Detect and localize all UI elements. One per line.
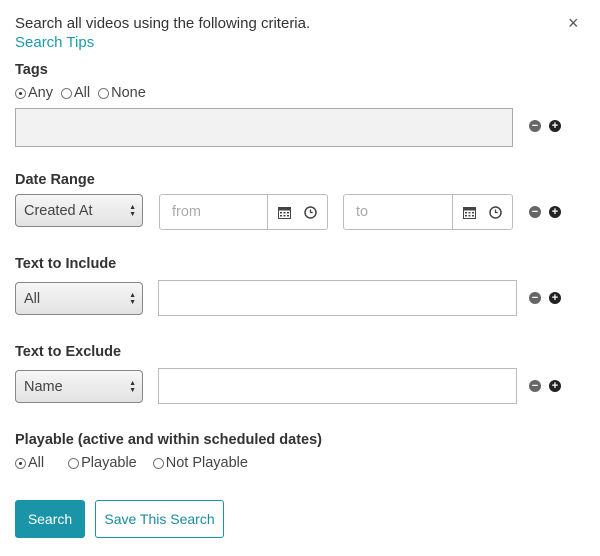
radio-unchecked-icon — [98, 87, 110, 99]
radio-unchecked-icon — [152, 457, 164, 469]
text-include-select[interactable]: All ▲ ▼ — [15, 282, 143, 315]
tags-radio-group: Any All None — [15, 85, 154, 101]
include-row-controls: − + — [529, 292, 569, 304]
clock-icon[interactable] — [304, 205, 317, 219]
date-field-select[interactable]: Created At ▲ ▼ — [15, 194, 143, 227]
text-exclude-input[interactable] — [158, 368, 517, 404]
text-exclude-select-value: Name — [24, 378, 63, 395]
select-arrows-icon: ▲ ▼ — [129, 203, 136, 218]
save-search-button[interactable]: Save This Search — [95, 500, 224, 538]
date-from-icons — [267, 195, 327, 229]
intro-text: Search all videos using the following cr… — [15, 15, 311, 32]
date-range-label: Date Range — [15, 172, 95, 188]
text-exclude-select[interactable]: Name ▲ ▼ — [15, 370, 143, 403]
exclude-row-controls: − + — [529, 380, 569, 392]
playable-radio-all-label: All — [28, 455, 45, 471]
date-from-placeholder: from — [172, 204, 201, 220]
search-button[interactable]: Search — [15, 500, 85, 538]
date-from-input[interactable]: from — [159, 194, 328, 230]
close-icon[interactable]: × — [568, 13, 579, 33]
remove-row-icon[interactable]: − — [529, 292, 541, 304]
tags-input[interactable] — [15, 108, 513, 147]
search-tips-link[interactable]: Search Tips — [15, 34, 94, 51]
text-exclude-label: Text to Exclude — [15, 344, 122, 360]
tags-radio-none[interactable]: None — [98, 85, 146, 101]
tags-radio-all[interactable]: All — [61, 85, 90, 101]
add-row-icon[interactable]: + — [549, 120, 561, 132]
playable-radio-playable[interactable]: Playable — [68, 455, 137, 471]
playable-radio-all[interactable]: All — [15, 455, 44, 471]
add-row-icon[interactable]: + — [549, 292, 561, 304]
tags-radio-all-label: All — [74, 85, 91, 101]
text-include-input[interactable] — [158, 280, 517, 316]
date-to-input[interactable]: to — [343, 194, 513, 230]
radio-checked-icon — [15, 457, 26, 469]
select-arrows-icon: ▲ ▼ — [129, 379, 136, 394]
clock-icon[interactable] — [489, 205, 502, 219]
add-row-icon[interactable]: + — [549, 380, 561, 392]
tags-radio-any-label: Any — [28, 85, 53, 101]
tags-row-controls: − + — [529, 120, 569, 132]
remove-row-icon[interactable]: − — [529, 206, 541, 218]
radio-checked-icon — [15, 87, 26, 99]
remove-row-icon[interactable]: − — [529, 380, 541, 392]
playable-radio-group: All Playable Not Playable — [15, 455, 256, 471]
radio-unchecked-icon — [61, 87, 72, 99]
select-arrows-icon: ▲ ▼ — [129, 291, 136, 306]
text-include-select-value: All — [24, 290, 41, 307]
add-row-icon[interactable]: + — [549, 206, 561, 218]
playable-radio-not-playable[interactable]: Not Playable — [152, 455, 248, 471]
playable-radio-playable-label: Playable — [81, 455, 137, 471]
radio-unchecked-icon — [68, 457, 80, 469]
text-include-label: Text to Include — [15, 256, 117, 272]
date-to-placeholder: to — [356, 204, 369, 220]
date-row-controls: − + — [529, 206, 569, 218]
playable-label: Playable (active and within scheduled da… — [15, 432, 323, 448]
date-to-icons — [452, 195, 512, 229]
calendar-icon[interactable] — [463, 206, 477, 219]
tags-radio-any[interactable]: Any — [15, 85, 53, 101]
tags-radio-none-label: None — [111, 85, 146, 101]
playable-radio-not-playable-label: Not Playable — [165, 455, 248, 471]
date-field-select-value: Created At — [24, 202, 93, 219]
tags-label: Tags — [15, 62, 48, 78]
remove-row-icon[interactable]: − — [529, 120, 541, 132]
calendar-icon[interactable] — [278, 206, 292, 219]
